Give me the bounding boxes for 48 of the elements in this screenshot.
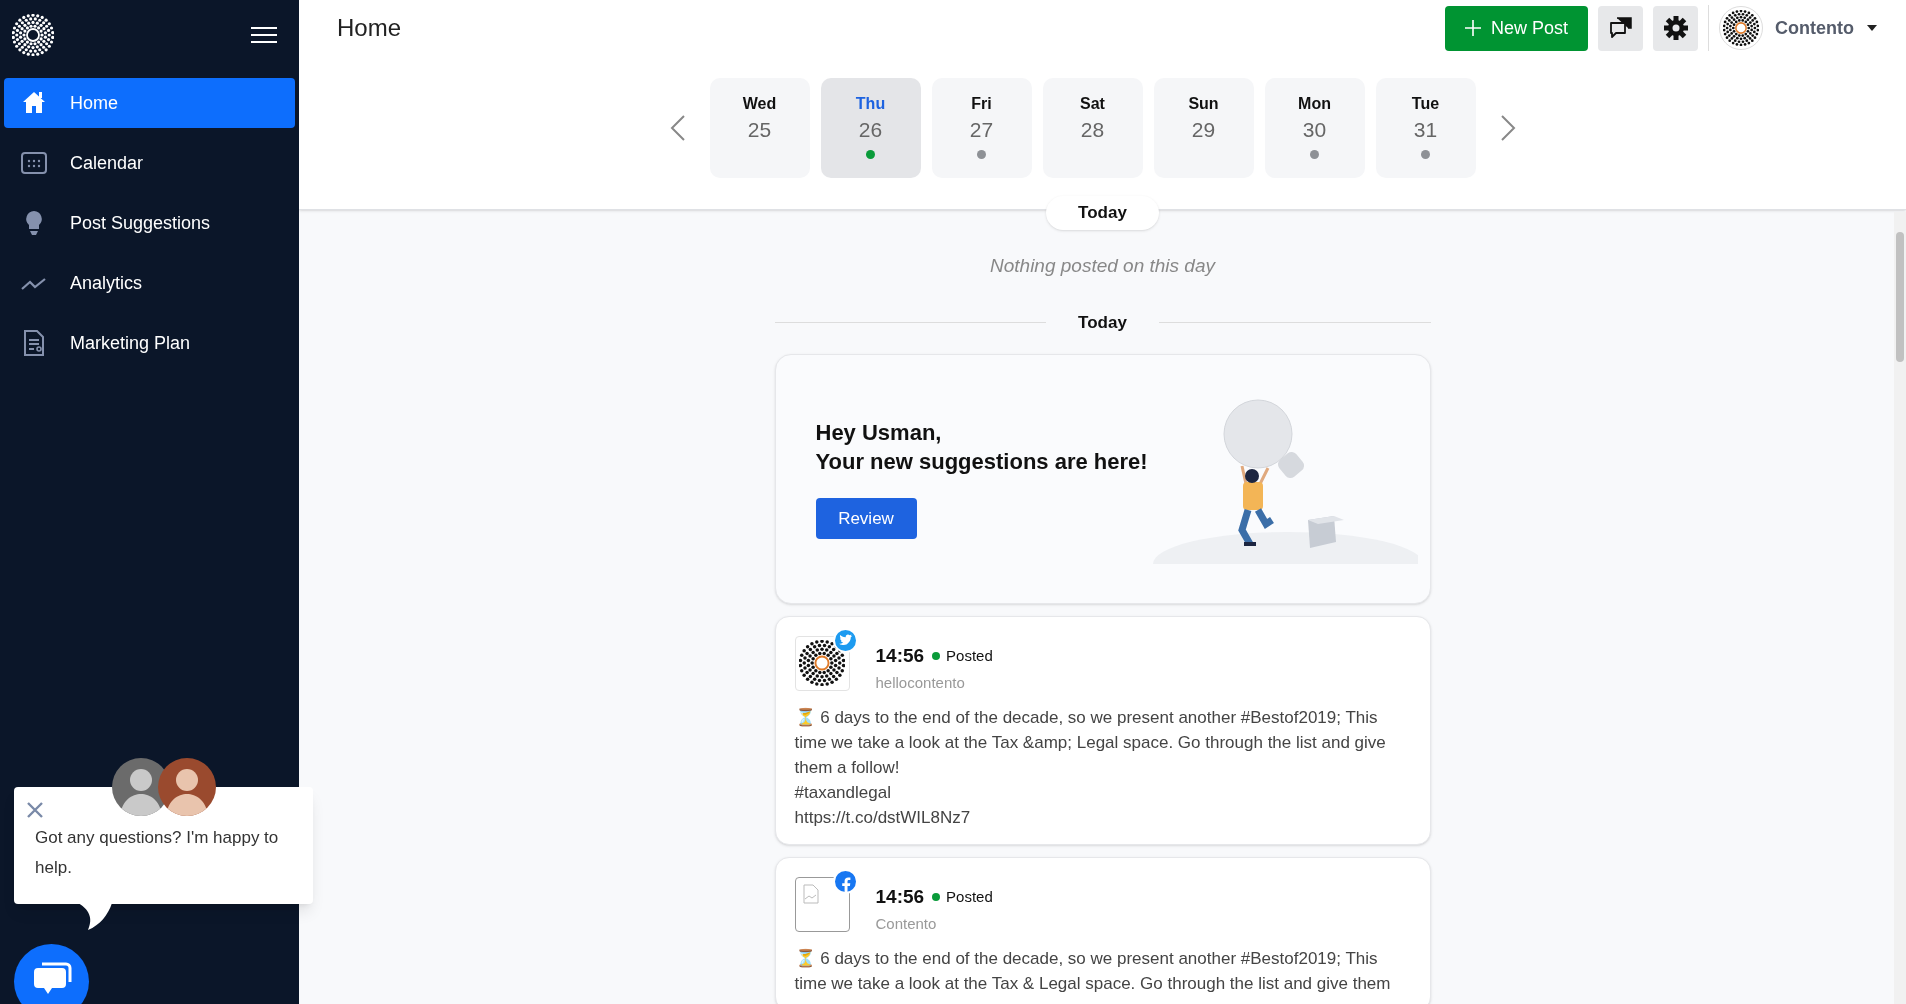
post-link[interactable]: https://t.co/dstWIL8Nz7 (794, 804, 1405, 830)
suggestion-message: Hey Usman, Your new suggestions are here! (815, 419, 1148, 476)
day-tab[interactable]: Thu 26 (820, 78, 921, 178)
post-text: ⏳ 6 days to the end of the decade, so we present another #Bestof2019; This time we take a look at the Tax &amp; Legal space. Go through the list and give them a follow! (794, 706, 1387, 779)
post-time: 14:56 (875, 643, 925, 668)
day-tab[interactable]: Tue 31 (1375, 78, 1476, 178)
sidebar-item[interactable]: Marketing Plan (4, 318, 295, 368)
post-text: ⏳ 6 days to the end of the decade, so we present another #Bestof2019; This time we take a look at the Tax & Legal space. Go through the list and give them (794, 947, 1392, 995)
day-tab[interactable]: Mon 30 (1264, 78, 1365, 178)
post-status: Posted (946, 886, 993, 907)
date-pill: Today (1046, 196, 1159, 230)
avatar (158, 758, 216, 816)
close-icon[interactable] (26, 801, 44, 819)
post-status: Posted (946, 645, 993, 666)
sidebar-item[interactable]: Post Suggestions (4, 198, 295, 248)
new-post-button[interactable]: New Post (1445, 5, 1588, 51)
chat-icon (31, 962, 72, 996)
settings-button[interactable] (1653, 5, 1698, 51)
sidebar-item[interactable]: Analytics (4, 258, 295, 308)
page-title: Home (337, 13, 403, 43)
plus-icon (1465, 20, 1481, 36)
twitter-bird-icon (832, 627, 858, 653)
logo-icon[interactable] (12, 14, 54, 56)
chevron-left-icon[interactable] (669, 115, 686, 141)
account-menu[interactable]: Contento (1719, 6, 1878, 50)
day-tab[interactable]: Wed 25 (709, 78, 810, 178)
day-tab[interactable]: Fri 27 (931, 78, 1032, 178)
calendar-icon (20, 149, 48, 177)
chevron-right-icon[interactable] (1499, 115, 1516, 141)
caret-icon (1866, 24, 1878, 32)
chat-message: Got any questions? I'm happy to help. (35, 827, 280, 879)
account-name: Contento (875, 914, 938, 934)
day-tab[interactable]: Sat 28 (1042, 78, 1143, 178)
review-button[interactable]: Review (815, 498, 917, 539)
chat-bubbles-icon (1608, 17, 1633, 39)
date-divider-label: Today (1077, 312, 1128, 334)
sidebar-item[interactable]: Home (4, 78, 295, 128)
messages-button[interactable] (1598, 5, 1643, 51)
chat-launcher-button[interactable] (14, 944, 89, 1004)
menu-icon[interactable] (251, 26, 277, 44)
post-time: 14:56 (875, 884, 925, 909)
empty-note: Nothing posted on this day (989, 253, 1217, 278)
day-tab[interactable]: Sun 29 (1153, 78, 1254, 178)
account-name: hellocontento (875, 673, 966, 693)
gear-icon (1663, 16, 1688, 40)
scrollbar[interactable] (1894, 212, 1906, 1004)
sidebar-item[interactable]: Calendar (4, 138, 295, 188)
hashtag: #taxandlegal (794, 781, 892, 804)
